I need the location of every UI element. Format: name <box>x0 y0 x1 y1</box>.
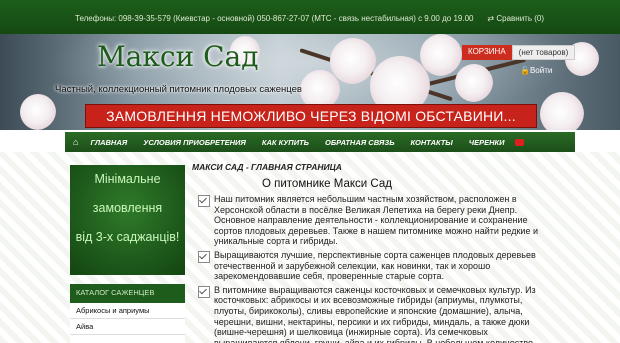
main-content: МАКСИ САД - ГЛАВНАЯ СТРАНИЦА О питомнике… <box>190 158 550 343</box>
min-order-promo: Мінімальне замовлення від 3-х саджанців! <box>70 165 185 275</box>
promo-line: замовлення <box>92 201 163 215</box>
checkmark-icon <box>198 250 210 263</box>
catalog-title: КАТАЛОГ САЖЕНЦЕВ <box>70 284 185 303</box>
checkmark-icon <box>198 285 210 298</box>
top-bar: Телефоны: 098-39-35-579 (Киевстар - осно… <box>0 0 620 34</box>
login-link[interactable]: 🔓Войти <box>520 66 552 75</box>
nav-item-cuttings[interactable]: ЧЕРЕНКИ <box>461 138 513 147</box>
blossom-decoration <box>420 34 462 76</box>
content-paragraph: Наш питомник является небольшим частным … <box>190 194 550 247</box>
catalog-item-apricots[interactable]: Абрикосы и априумы <box>70 303 185 319</box>
notice-banner: ЗАМОВЛЕННЯ НЕМОЖЛИВО ЧЕРЕЗ ВІДОМІ ОБСТАВ… <box>85 104 537 128</box>
content-paragraph: Выращиваются лучшие, перспективные сорта… <box>190 250 550 282</box>
login-label: Войти <box>529 66 553 75</box>
breadcrumb: МАКСИ САД - ГЛАВНАЯ СТРАНИЦА <box>192 162 342 172</box>
site-logo[interactable]: Макси Сад <box>97 40 258 73</box>
catalog-sidebar: КАТАЛОГ САЖЕНЦЕВ Абрикосы и априумы Айва <box>70 284 185 343</box>
shuffle-icon: ⇄ <box>487 14 497 23</box>
catalog-item-quince[interactable]: Айва <box>70 319 185 335</box>
nav-item-contacts[interactable]: КОНТАКТЫ <box>403 138 461 147</box>
compare-label: Сравнить (0) <box>496 14 544 23</box>
blossom-decoration <box>20 94 56 130</box>
phone-numbers: Телефоны: 098-39-35-579 (Киевстар - осно… <box>75 14 474 23</box>
content-paragraph: В питомнике выращиваются саженцы косточк… <box>190 285 550 343</box>
nav-item-terms[interactable]: УСЛОВИЯ ПРИОБРЕТЕНИЯ <box>135 138 254 147</box>
paragraph-text: В питомнике выращиваются саженцы косточк… <box>214 284 536 343</box>
page-title: О питомнике Макси Сад <box>262 178 392 190</box>
nav-item-feedback[interactable]: ОБРАТНАЯ СВЯЗЬ <box>317 138 403 147</box>
lock-icon: 🔓 <box>520 66 530 75</box>
nav-item-how-to-buy[interactable]: КАК КУПИТЬ <box>254 138 317 147</box>
home-icon[interactable]: ⌂ <box>65 137 82 147</box>
site-tagline: Частный, коллекционный питомник плодовых… <box>55 84 302 95</box>
youtube-icon[interactable] <box>514 138 524 146</box>
paragraph-text: Выращиваются лучшие, перспективные сорта… <box>214 249 536 282</box>
promo-line: Мінімальне <box>94 172 161 186</box>
cart-status: (нет товаров) <box>511 45 576 60</box>
cart-label[interactable]: КОРЗИНА <box>462 45 512 60</box>
nav-item-home[interactable]: ГЛАВНАЯ <box>82 138 135 147</box>
cart-widget[interactable]: КОРЗИНА (нет товаров) <box>462 45 576 60</box>
compare-link[interactable]: ⇄ Сравнить (0) <box>487 14 544 23</box>
paragraph-text: Наш питомник является небольшим частным … <box>214 194 538 247</box>
blossom-decoration <box>455 64 493 102</box>
blossom-decoration <box>330 38 376 84</box>
blossom-decoration <box>540 92 584 130</box>
promo-line: від 3-х саджанців! <box>75 230 180 244</box>
main-nav: ⌂ ГЛАВНАЯ УСЛОВИЯ ПРИОБРЕТЕНИЯ КАК КУПИТ… <box>65 132 575 152</box>
checkmark-icon <box>198 195 210 207</box>
